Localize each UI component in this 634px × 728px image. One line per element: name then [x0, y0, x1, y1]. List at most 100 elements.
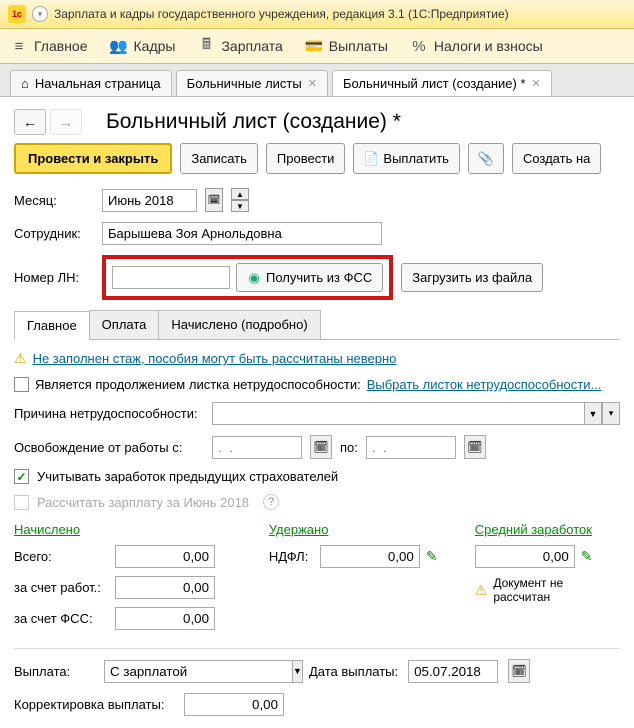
open-icon[interactable]: ▾: [602, 402, 620, 425]
write-button[interactable]: Записать: [180, 143, 258, 174]
help-icon[interactable]: ?: [263, 494, 279, 510]
subtab-accrued[interactable]: Начислено (подробно): [158, 310, 320, 339]
calendar-button[interactable]: 🗓: [205, 188, 223, 212]
pay-button[interactable]: 📄Выплатить: [353, 143, 460, 174]
menu-payments[interactable]: 💳 Выплаты: [305, 37, 388, 55]
tab-start-page[interactable]: ⌂ Начальная страница: [10, 70, 172, 96]
people-icon: 👥: [110, 37, 128, 55]
calculation-block: Начислено Всего: за счет работ.: за счет…: [14, 522, 620, 638]
avg-input[interactable]: [475, 545, 575, 568]
app-logo-icon: 1c: [8, 5, 26, 23]
pay-icon: 📄: [364, 152, 378, 166]
employer-input[interactable]: [115, 576, 215, 599]
menu-main[interactable]: ≡ Главное: [10, 37, 88, 55]
subtab-payment[interactable]: Оплата: [89, 310, 160, 339]
post-button[interactable]: Провести: [266, 143, 346, 174]
payment-mode-combo[interactable]: ▼: [104, 660, 299, 683]
fss-highlight: ◉ Получить из ФСС: [102, 255, 393, 300]
accrued-link[interactable]: Начислено: [14, 522, 80, 537]
recalc-label: Рассчитать зарплату за Июнь 2018: [37, 495, 249, 510]
attach-button[interactable]: 📎: [468, 143, 504, 174]
date-to-input[interactable]: [366, 436, 456, 459]
total-input[interactable]: [115, 545, 215, 568]
select-sick-list-link[interactable]: Выбрать листок нетрудоспособности...: [367, 377, 602, 392]
close-icon[interactable]: ✕: [308, 77, 317, 90]
toolbar: Провести и закрыть Записать Провести 📄Вы…: [14, 143, 620, 174]
subtab-main[interactable]: Главное: [14, 311, 90, 340]
load-from-file-button[interactable]: Загрузить из файла: [401, 263, 543, 292]
continuation-label: Является продолжением листка нетрудоспос…: [35, 377, 361, 392]
create-based-on-button[interactable]: Создать на: [512, 143, 601, 174]
post-and-close-button[interactable]: Провести и закрыть: [14, 143, 172, 174]
reason-combo[interactable]: ▼ ▾: [212, 402, 620, 425]
clip-icon: 📎: [479, 152, 493, 166]
date-from-input[interactable]: [212, 436, 302, 459]
section-tabs: Главное Оплата Начислено (подробно): [14, 310, 620, 340]
back-button[interactable]: ←: [14, 109, 46, 135]
month-input[interactable]: [102, 189, 197, 212]
calendar-paydate-button[interactable]: 🗓: [508, 659, 530, 683]
stazh-warning-link[interactable]: Не заполнен стаж, пособия могут быть рас…: [33, 351, 397, 366]
ln-number-input[interactable]: [112, 266, 230, 289]
fss-part-label: за счет ФСС:: [14, 611, 109, 626]
edit-icon[interactable]: ✎: [581, 548, 593, 565]
correction-input[interactable]: [184, 693, 284, 716]
calendar-to-button[interactable]: 🗓: [464, 435, 486, 459]
calendar-from-button[interactable]: 🗓: [310, 435, 332, 459]
payment-label: Выплата:: [14, 664, 94, 679]
percent-icon: %: [410, 37, 428, 55]
chevron-up-icon[interactable]: ▲: [231, 188, 249, 200]
chevron-down-icon[interactable]: ▼: [231, 200, 249, 212]
fss-icon: ◉: [247, 271, 261, 285]
employee-input[interactable]: [102, 222, 382, 245]
window-title: Зарплата и кадры государственного учрежд…: [54, 7, 509, 21]
tab-sick-lists[interactable]: Больничные листы ✕: [176, 70, 328, 96]
period-label: Освобождение от работы с:: [14, 440, 204, 455]
ln-label: Номер ЛН:: [14, 270, 94, 285]
menu-icon: ≡: [10, 37, 28, 55]
warning-icon: ⚠: [475, 582, 488, 599]
employee-label: Сотрудник:: [14, 226, 94, 241]
dropdown-icon[interactable]: ▾: [32, 6, 48, 22]
divider: [14, 648, 620, 649]
employer-label: за счет работ.:: [14, 580, 109, 595]
use-prev-checkbox[interactable]: [14, 469, 29, 484]
chevron-down-icon[interactable]: ▼: [584, 402, 602, 425]
pay-date-input[interactable]: [408, 660, 498, 683]
wallet-icon: 💳: [305, 37, 323, 55]
ndfl-label: НДФЛ:: [269, 549, 314, 564]
not-calculated-label: Документ не рассчитан: [493, 576, 620, 604]
main-menu: ≡ Главное 👥 Кадры 🖩 Зарплата 💳 Выплаты %…: [0, 29, 634, 64]
warning-icon: ⚠: [14, 350, 27, 367]
recalc-checkbox: [14, 495, 29, 510]
chevron-down-icon[interactable]: ▼: [292, 660, 303, 683]
use-prev-label: Учитывать заработок предыдущих страховат…: [37, 469, 338, 484]
pay-date-label: Дата выплаты:: [309, 664, 398, 679]
ndfl-input[interactable]: [320, 545, 420, 568]
month-label: Месяц:: [14, 193, 94, 208]
home-icon: ⌂: [21, 76, 29, 91]
menu-salary[interactable]: 🖩 Зарплата: [197, 37, 282, 55]
tab-sick-list-create[interactable]: Больничный лист (создание) * ✕: [332, 70, 552, 96]
month-spinner[interactable]: ▲ ▼: [231, 188, 249, 212]
payment-mode-input[interactable]: [104, 660, 292, 683]
close-icon[interactable]: ✕: [532, 77, 541, 90]
edit-icon[interactable]: ✎: [426, 548, 438, 565]
period-to-label: по:: [340, 440, 358, 455]
form-body: ← → Больничный лист (создание) * Провест…: [0, 97, 634, 728]
menu-taxes[interactable]: % Налоги и взносы: [410, 37, 543, 55]
get-from-fss-button[interactable]: ◉ Получить из ФСС: [236, 263, 383, 292]
correction-label: Корректировка выплаты:: [14, 697, 174, 712]
reason-label: Причина нетрудоспособности:: [14, 406, 204, 421]
reason-input[interactable]: [212, 402, 584, 425]
withheld-link[interactable]: Удержано: [269, 522, 329, 537]
menu-personnel[interactable]: 👥 Кадры: [110, 37, 176, 55]
titlebar: 1c ▾ Зарплата и кадры государственного у…: [0, 0, 634, 29]
continuation-checkbox[interactable]: [14, 377, 29, 392]
fss-input[interactable]: [115, 607, 215, 630]
forward-button[interactable]: →: [50, 109, 82, 135]
page-title: Больничный лист (создание) *: [106, 110, 401, 134]
calculator-icon: 🖩: [197, 37, 215, 55]
total-label: Всего:: [14, 549, 109, 564]
avg-earning-link[interactable]: Средний заработок: [475, 522, 592, 537]
